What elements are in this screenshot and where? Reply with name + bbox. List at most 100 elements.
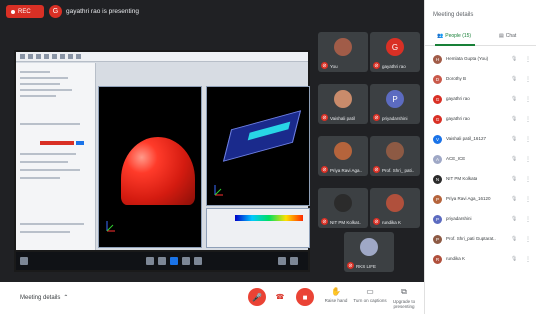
present-button[interactable]: ⧉ Upgrade to presenting bbox=[384, 287, 424, 309]
meeting-details-button[interactable]: Meeting details ⌃ bbox=[20, 294, 68, 302]
participant-tile[interactable]: ⊘ Vaishali patil bbox=[318, 84, 368, 124]
tab-people[interactable]: 👥 People (15) bbox=[437, 33, 471, 39]
app-side-panel bbox=[16, 63, 96, 250]
avatar: R bbox=[433, 255, 442, 264]
presenting-status: gayathri rao is presenting bbox=[66, 8, 139, 15]
participant-tile[interactable]: ⊘ RKS LIFE bbox=[344, 232, 394, 272]
participant-name: Prof. Shri_pati Guptarat.. bbox=[446, 236, 496, 241]
tab-chat-label: Chat bbox=[505, 33, 517, 39]
mic-muted-icon: ⊘ bbox=[321, 166, 328, 173]
taskbar-app-icon bbox=[182, 257, 190, 265]
participant-row[interactable]: P Priya Ravi Aga_16120 🎙 ⋮ bbox=[425, 192, 536, 208]
mic-off-icon: 🎙 bbox=[511, 156, 518, 162]
mic-muted-icon: ⊘ bbox=[373, 218, 380, 225]
participant-row[interactable]: P Prof. Shri_pati Guptarat.. 🎙 ⋮ bbox=[425, 232, 536, 248]
participant-tile[interactable]: ⊘ Prof. Shri_ pati.. bbox=[370, 136, 420, 176]
more-options-icon[interactable]: ⋮ bbox=[525, 76, 531, 83]
participant-row[interactable]: Ppriyadarshini 🎙 ⋮ bbox=[425, 212, 536, 228]
meet-window: REC G gayathri rao is presenting ⊘ You G… bbox=[0, 0, 536, 314]
red-dome-shape bbox=[121, 137, 195, 205]
more-options-icon[interactable]: ⋮ bbox=[525, 236, 531, 243]
participant-row[interactable]: D Dorothy B 🎙 ⋮ bbox=[425, 72, 536, 88]
camera-off-button[interactable]: ■ bbox=[296, 288, 314, 306]
participant-tile[interactable]: P ⊘ priyadarshini bbox=[370, 84, 420, 124]
participant-row[interactable]: A ACE_ICE 🎙 ⋮ bbox=[425, 152, 536, 168]
action-label: Upgrade to presenting bbox=[392, 299, 416, 309]
shared-taskbar bbox=[16, 252, 308, 270]
axis-triad-icon bbox=[214, 185, 223, 196]
more-options-icon[interactable]: ⋮ bbox=[525, 196, 531, 203]
participant-row[interactable]: Rrundika K 🎙 ⋮ bbox=[425, 252, 536, 268]
participant-row[interactable]: Ggayathri rao 🎙 ⋮ bbox=[425, 92, 536, 108]
panel-line bbox=[20, 123, 80, 125]
panel-line bbox=[20, 83, 60, 85]
present-icon: ⧉ bbox=[401, 287, 407, 296]
tab-chat[interactable]: ▤ Chat bbox=[499, 33, 516, 39]
participant-row[interactable]: V Vaishali patil_16127 🎙 ⋮ bbox=[425, 132, 536, 148]
more-options-icon[interactable]: ⋮ bbox=[525, 216, 531, 223]
active-tab-indicator bbox=[435, 44, 475, 46]
bottom-control-bar: Meeting details ⌃ 🎤 ☎ ■ ✋ Raise hand ▭ Turn… bbox=[0, 282, 424, 314]
color-scale-bar bbox=[235, 215, 303, 221]
participant-name: NIT PM Kolkat.. bbox=[330, 220, 362, 225]
toolbar-icon bbox=[28, 54, 33, 59]
participant-row[interactable]: H Hemlata Gupta (You) 🎙 ⋮ bbox=[425, 52, 536, 68]
mic-muted-icon: ⊘ bbox=[373, 62, 380, 69]
panel-line bbox=[20, 95, 56, 97]
taskbar-app-icon bbox=[146, 257, 154, 265]
participant-tile[interactable]: ⊘ Priya Ravi Aga.. bbox=[318, 136, 368, 176]
mic-off-icon: 🎙 bbox=[511, 256, 518, 262]
mic-muted-icon: ⊘ bbox=[321, 218, 328, 225]
taskbar-app-icon bbox=[170, 257, 178, 265]
main-stage: ⊘ You G ⊘ gayathri rao ⊘ Vaishali patil P ⊘ priya… bbox=[0, 24, 424, 282]
mic-off-icon: 🎙 bbox=[511, 216, 518, 222]
panel-line bbox=[20, 77, 68, 79]
participant-row[interactable]: N NIT PM Kolkata 🎙 ⋮ bbox=[425, 172, 536, 188]
more-options-icon[interactable]: ⋮ bbox=[525, 56, 531, 63]
avatar: D bbox=[433, 75, 442, 84]
shared-screen[interactable] bbox=[14, 50, 310, 272]
avatar bbox=[334, 38, 352, 56]
more-options-icon[interactable]: ⋮ bbox=[525, 136, 531, 143]
leave-call-button[interactable]: ☎ bbox=[271, 288, 289, 306]
more-options-icon[interactable]: ⋮ bbox=[525, 156, 531, 163]
participant-tile[interactable]: ⊘ NIT PM Kolkat.. bbox=[318, 188, 368, 228]
panel-line bbox=[20, 89, 72, 91]
dome-3d-viewport bbox=[98, 86, 202, 248]
avatar bbox=[334, 194, 352, 212]
panel-line bbox=[20, 153, 76, 155]
chat-icon: ▤ bbox=[499, 33, 504, 39]
meeting-details-panel: Meeting details 👥 People (15) ▤ Chat H He… bbox=[424, 0, 536, 314]
taskbar-app-icon bbox=[194, 257, 202, 265]
participant-tile[interactable]: ⊘ rundika K bbox=[370, 188, 420, 228]
action-label: Turn on captions bbox=[353, 298, 387, 303]
panel-blue-field bbox=[76, 141, 84, 145]
avatar: P bbox=[433, 195, 442, 204]
participant-row[interactable]: Ggayathri rao 🎙 ⋮ bbox=[425, 112, 536, 128]
participant-name: gayathri rao bbox=[446, 96, 470, 101]
taskbar-tray-icon bbox=[278, 257, 286, 265]
avatar: V bbox=[433, 135, 442, 144]
more-options-icon[interactable]: ⋮ bbox=[525, 256, 531, 263]
more-options-icon[interactable]: ⋮ bbox=[525, 176, 531, 183]
people-icon: 👥 bbox=[437, 33, 444, 39]
app-toolbar bbox=[16, 52, 308, 62]
participant-tile[interactable]: G ⊘ gayathri rao bbox=[370, 32, 420, 72]
participant-name: gayathri rao bbox=[446, 116, 470, 121]
more-options-icon[interactable]: ⋮ bbox=[525, 96, 531, 103]
taskbar-tray-icon bbox=[290, 257, 298, 265]
more-options-icon[interactable]: ⋮ bbox=[525, 116, 531, 123]
participant-name: Hemlata Gupta (You) bbox=[446, 56, 489, 61]
action-label: Raise hand bbox=[324, 298, 348, 303]
toolbar-icon bbox=[52, 54, 57, 59]
camera-off-icon: ■ bbox=[302, 292, 308, 302]
participant-tile[interactable]: ⊘ You bbox=[318, 32, 368, 72]
panel-line bbox=[20, 223, 84, 225]
taskbar-app-icon bbox=[158, 257, 166, 265]
mic-muted-icon: ⊘ bbox=[321, 62, 328, 69]
avatar: G bbox=[433, 115, 442, 124]
mic-off-icon: 🎙 bbox=[511, 96, 518, 102]
mic-off-button[interactable]: 🎤 bbox=[248, 288, 266, 306]
avatar: P bbox=[433, 235, 442, 244]
panel-line bbox=[20, 71, 50, 73]
